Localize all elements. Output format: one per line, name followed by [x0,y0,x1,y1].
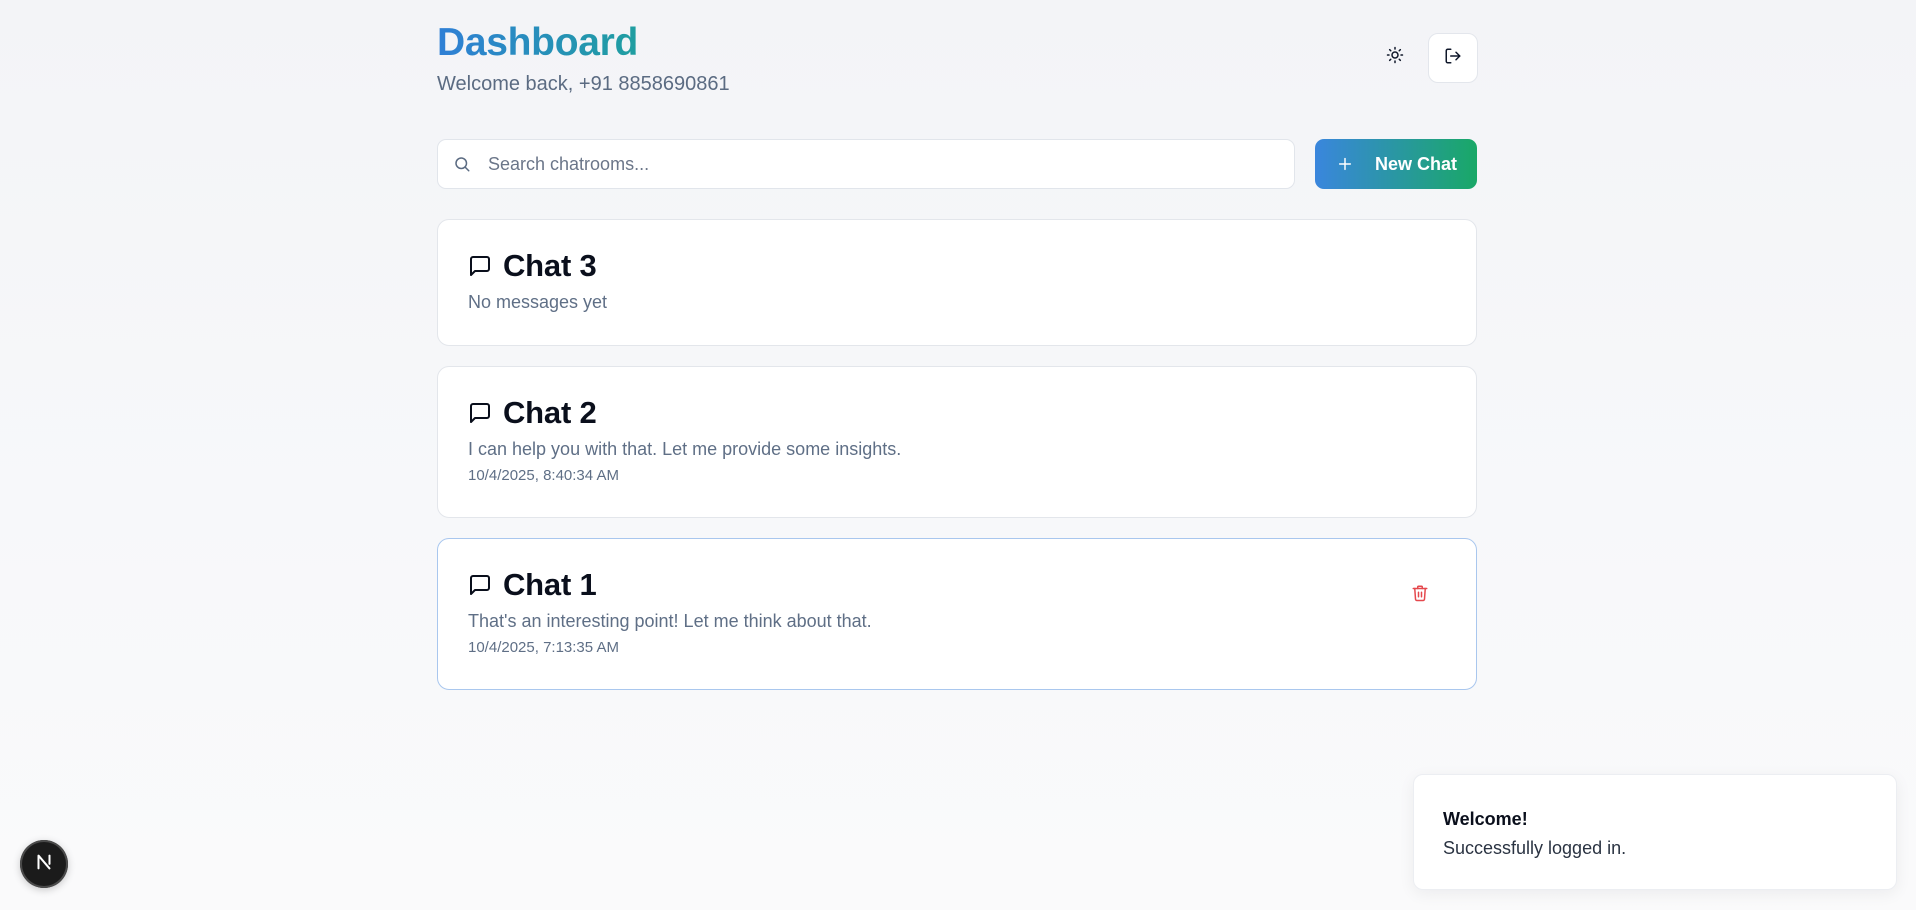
chat-title: Chat 2 [503,395,597,430]
chat-last-message: I can help you with that. Let me provide… [468,439,902,459]
search-icon [452,154,472,174]
search-input[interactable] [488,153,1268,175]
chat-toolbar: New Chat [437,139,1477,189]
chat-card[interactable]: Chat 2 I can help you with that. Let me … [437,366,1477,518]
dashboard-header: Dashboard Welcome back, +91 8858690861 [437,0,1478,120]
message-square-icon [468,573,492,597]
chat-last-message: That's an interesting point! Let me thin… [468,611,872,631]
toast-notification: Welcome! Successfully logged in. [1413,774,1897,890]
chat-card[interactable]: Chat 1 That's an interesting point! Let … [437,538,1477,690]
logout-button[interactable] [1428,33,1478,83]
logout-icon [1444,47,1462,70]
chat-title: Chat 3 [503,248,597,283]
nextjs-devtools-button[interactable] [20,840,68,888]
toast-title: Welcome! [1443,809,1528,829]
search-box [437,139,1295,189]
sun-icon [1386,46,1404,69]
chat-last-message: No messages yet [468,292,608,312]
new-chat-label: New Chat [1375,153,1458,174]
chat-timestamp: 10/4/2025, 8:40:34 AM [468,467,619,484]
chat-title: Chat 1 [503,567,597,602]
toast-message: Successfully logged in. [1443,838,1627,858]
chat-card[interactable]: Chat 3 No messages yet [437,219,1477,346]
message-square-icon [468,254,492,278]
message-square-icon [468,401,492,425]
delete-chat-button[interactable] [1408,583,1432,607]
chat-timestamp: 10/4/2025, 7:13:35 AM [468,639,619,656]
plus-icon [1335,154,1355,174]
nextjs-logo-icon [33,851,55,878]
new-chat-button[interactable]: New Chat [1315,139,1477,189]
theme-toggle-button[interactable] [1377,39,1413,75]
welcome-subtitle: Welcome back, +91 8858690861 [437,73,730,95]
dashboard-container: Dashboard Welcome back, +91 8858690861 S… [437,0,1478,690]
page-title: Dashboard [437,21,639,64]
trash-icon [1411,583,1429,608]
